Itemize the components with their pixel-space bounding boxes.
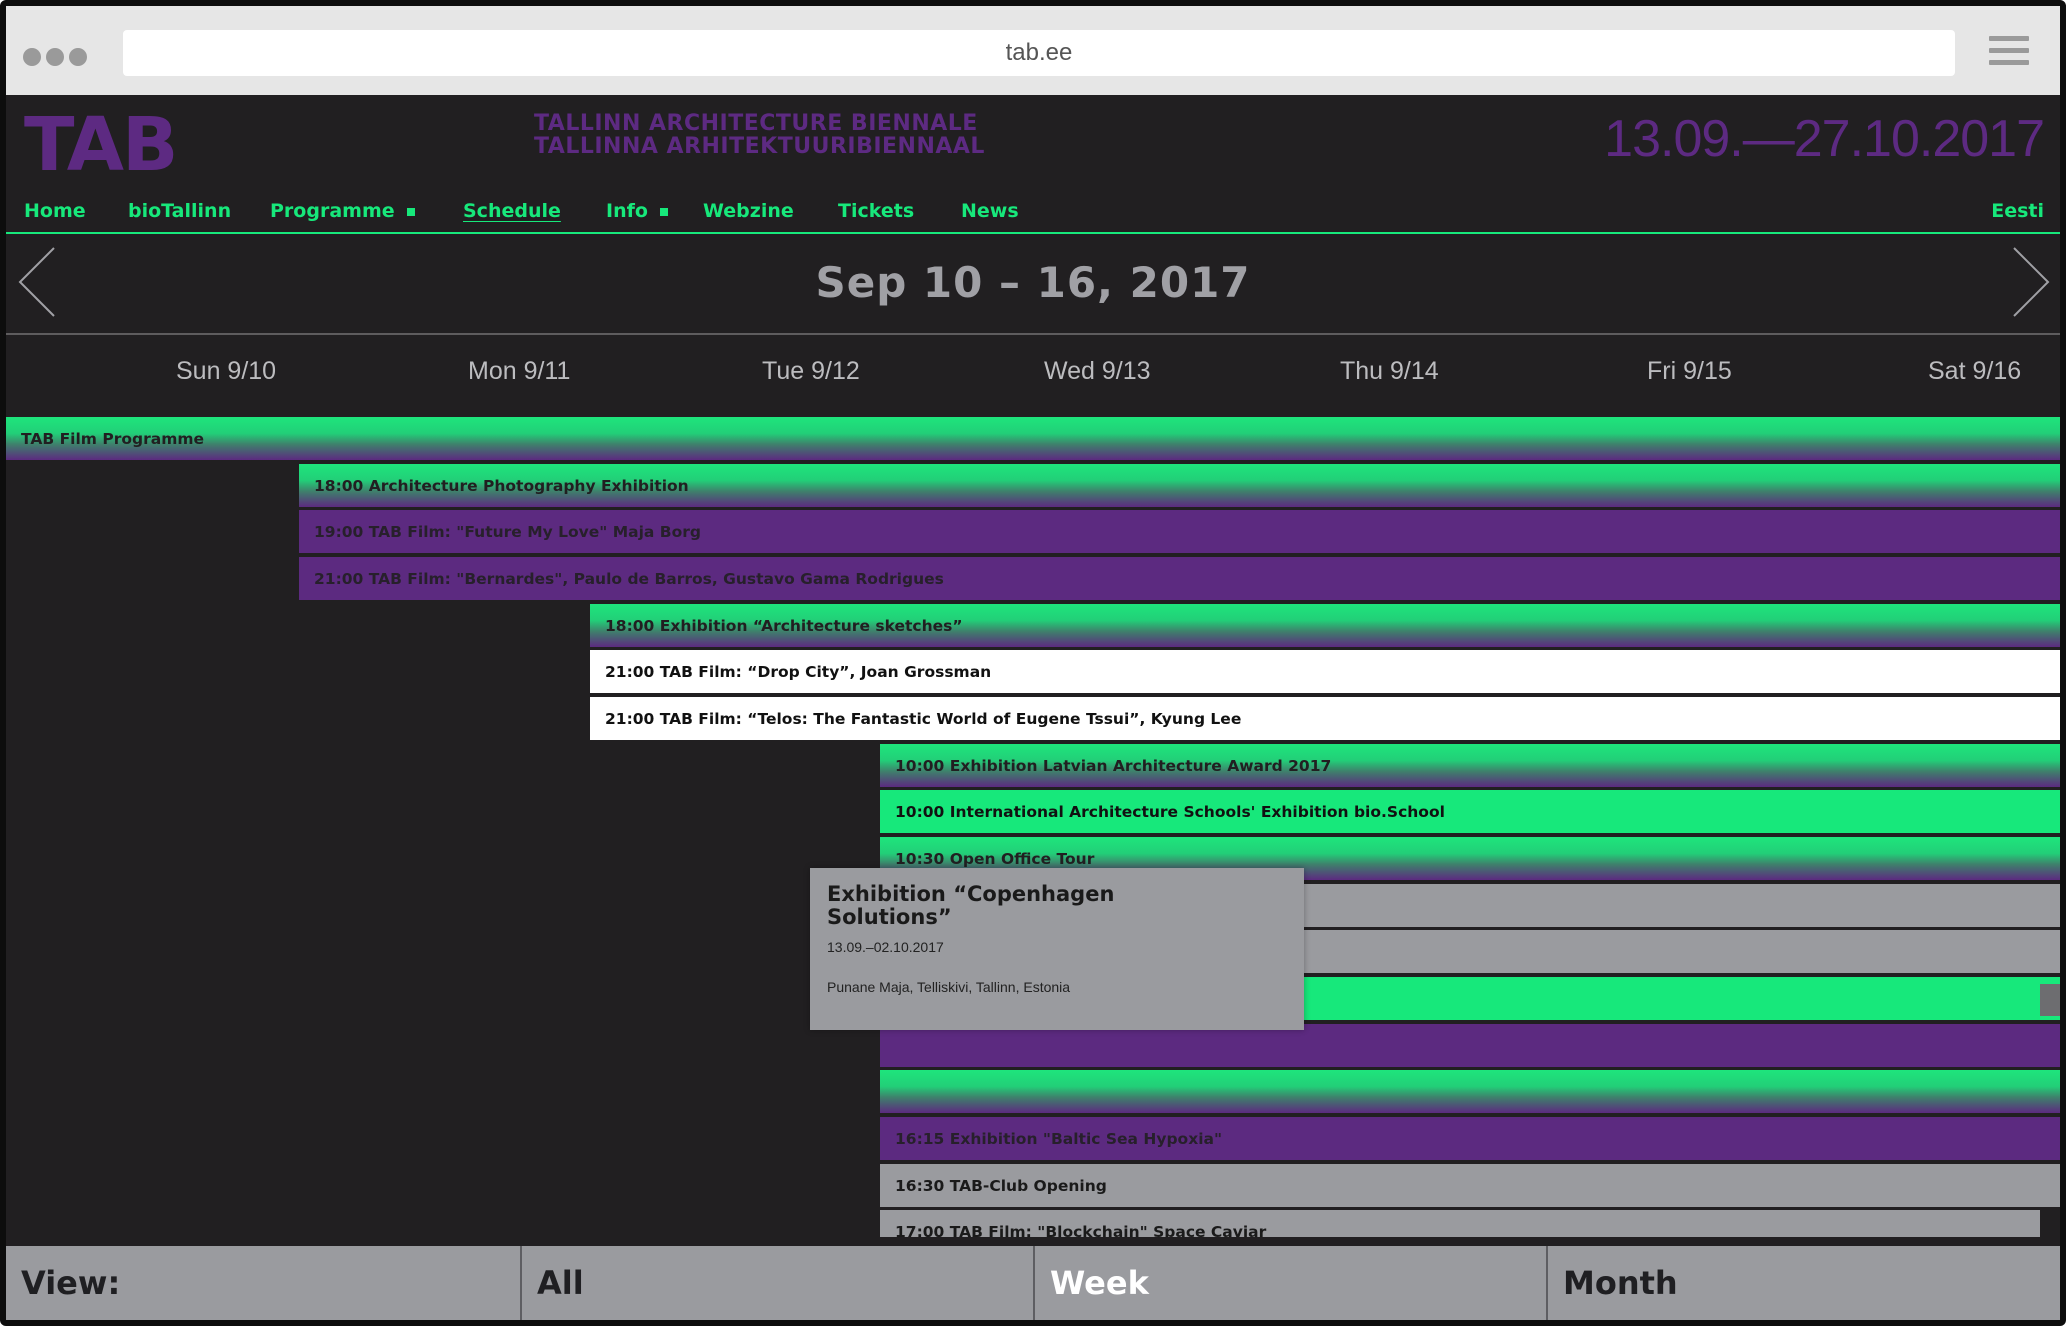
week-divider	[6, 333, 2060, 335]
day-header: Sun 9/10	[176, 357, 277, 385]
event-bar[interactable]	[880, 1024, 2060, 1068]
nav-webzine[interactable]: Webzine	[703, 200, 794, 222]
tooltip-location: Punane Maja, Telliskivi, Tallinn, Estoni…	[827, 979, 1071, 995]
event-bar[interactable]: 16:15 Exhibition "Baltic Sea Hypoxia"	[880, 1117, 2060, 1161]
nav-home[interactable]: Home	[24, 200, 86, 222]
view-option-all[interactable]: All	[520, 1246, 1034, 1320]
view-option-month[interactable]: Month	[1546, 1246, 2060, 1320]
tooltip-dates: 13.09.–02.10.2017	[827, 939, 944, 955]
nav-news[interactable]: News	[961, 200, 1019, 222]
day-header: Thu 9/14	[1340, 357, 1439, 385]
event-bar[interactable]: 21:00 TAB Film: “Drop City”, Joan Grossm…	[590, 650, 2060, 694]
event-bar[interactable]: 18:00 Exhibition “Architecture sketches”	[590, 604, 2060, 648]
nav-info[interactable]: Info	[606, 200, 668, 222]
day-header: Fri 9/15	[1647, 357, 1732, 385]
page: TAB TALLINN ARCHITECTURE BIENNALE TALLIN…	[6, 95, 2060, 1320]
day-header: Tue 9/12	[762, 357, 860, 385]
event-bar[interactable]: 16:30 TAB-Club Opening	[880, 1164, 2060, 1208]
event-bar[interactable]: 19:00 TAB Film: "Future My Love" Maja Bo…	[299, 510, 2060, 554]
event-bar[interactable]: 17:00 TAB Film: "Blockchain" Space Cavia…	[880, 1210, 2040, 1237]
event-bar[interactable]: 21:00 TAB Film: “Telos: The Fantastic Wo…	[590, 697, 2060, 741]
tooltip-title: Exhibition “Copenhagen Solutions”	[827, 882, 1115, 929]
day-header: Sat 9/16	[1928, 357, 2022, 385]
view-option-week[interactable]: Week	[1033, 1246, 1547, 1320]
event-bar[interactable]: 10:00 Exhibition Latvian Architecture Aw…	[880, 744, 2060, 788]
hamburger-menu-icon[interactable]	[1989, 36, 2029, 70]
nav-programme-label: Programme	[270, 200, 395, 222]
next-week-arrow-icon[interactable]	[1990, 246, 2050, 318]
site-title-et: TALLINNA ARHITEKTUURIBIENNAAL	[534, 134, 985, 159]
event-bar[interactable]: 21:00 TAB Film: "Bernardes", Paulo de Ba…	[299, 557, 2060, 601]
nav-programme[interactable]: Programme	[270, 200, 415, 222]
nav-schedule[interactable]: Schedule	[463, 200, 561, 222]
site-title: TALLINN ARCHITECTURE BIENNALE TALLINNA A…	[534, 112, 985, 158]
week-title: Sep 10 – 16, 2017	[815, 258, 1251, 307]
browser-chrome: tab.ee	[6, 6, 2060, 95]
nav-biotallinn[interactable]: bioTallinn	[128, 200, 231, 222]
day-headers: Sun 9/10 Mon 9/11 Tue 9/12 Wed 9/13 Thu …	[6, 357, 2060, 397]
browser-window: tab.ee TAB TALLINN ARCHITECTURE BIENNALE…	[0, 0, 2066, 1326]
view-switcher: View: All Week Month	[6, 1246, 2060, 1320]
scrollbar-thumb[interactable]	[2040, 984, 2060, 1016]
nav-info-label: Info	[606, 200, 648, 222]
event-bar[interactable]: TAB Film Programme	[6, 417, 2060, 461]
window-control-dot[interactable]	[46, 48, 64, 66]
language-switch[interactable]: Eesti	[1991, 200, 2044, 222]
festival-dates: 13.09.—27.10.2017	[1604, 110, 2045, 168]
site-logo[interactable]: TAB	[24, 102, 178, 188]
window-control-dot[interactable]	[69, 48, 87, 66]
view-label: View:	[21, 1264, 121, 1302]
submenu-square-icon	[659, 207, 668, 216]
window-control-dot[interactable]	[23, 48, 41, 66]
day-header: Wed 9/13	[1044, 357, 1151, 385]
site-title-en: TALLINN ARCHITECTURE BIENNALE	[534, 111, 978, 136]
nav-tickets[interactable]: Tickets	[838, 200, 914, 222]
week-navigator: Sep 10 – 16, 2017	[6, 234, 2060, 331]
day-header: Mon 9/11	[468, 357, 571, 385]
submenu-square-icon	[406, 207, 415, 216]
event-bar[interactable]: 10:00 International Architecture Schools…	[880, 790, 2060, 834]
address-bar[interactable]: tab.ee	[123, 30, 1955, 76]
event-bar[interactable]: 18:00 Architecture Photography Exhibitio…	[299, 464, 2060, 508]
event-list: TAB Film Programme 18:00 Architecture Ph…	[6, 417, 2060, 1237]
main-nav: Home bioTallinn Programme Schedule Info …	[6, 200, 2060, 229]
event-bar[interactable]	[880, 1070, 2060, 1114]
event-tooltip: Exhibition “Copenhagen Solutions” 13.09.…	[810, 868, 1304, 1030]
